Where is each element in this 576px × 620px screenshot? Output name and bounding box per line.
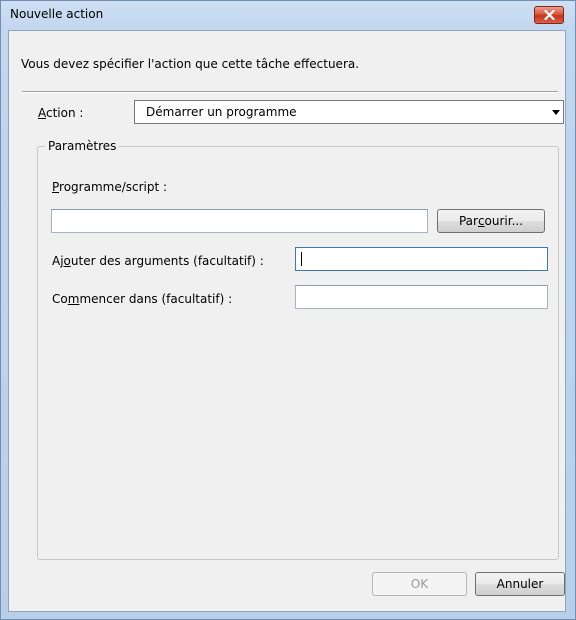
action-label-mnemonic: A <box>38 106 46 120</box>
cancel-button[interactable]: Annuler <box>475 572 565 596</box>
browse-button[interactable]: Par c ourir... <box>437 209 545 233</box>
program-label-rest: rogramme/script : <box>59 180 168 194</box>
separator <box>22 91 558 93</box>
arguments-label-post: uter des arguments (facultatif) : <box>70 254 264 268</box>
browse-label-pre: Par <box>458 214 478 228</box>
browse-label-mnemonic: c <box>477 214 485 228</box>
action-dropdown[interactable]: Démarrer un programme <box>134 100 564 124</box>
start-in-label-pre: Co <box>52 292 68 306</box>
close-button[interactable] <box>534 6 564 24</box>
ok-button[interactable]: OK <box>372 572 467 596</box>
window-title: Nouvelle action <box>10 7 104 21</box>
action-dropdown-value: Démarrer un programme <box>146 105 297 119</box>
title-bar[interactable]: Nouvelle action <box>1 1 575 29</box>
instruction-text: Vous devez spécifier l'action que cette … <box>21 57 360 71</box>
action-label-rest: ction : <box>46 106 84 120</box>
chevron-down-icon[interactable] <box>552 110 560 115</box>
close-icon <box>543 10 555 20</box>
arguments-label-pre: Aj <box>52 254 64 268</box>
browse-label-post: ourir... <box>484 214 524 228</box>
start-in-label-mnemonic: m <box>67 292 80 306</box>
start-in-label: Commencer dans (facultatif) : <box>52 292 232 306</box>
arguments-label-mnemonic: o <box>63 254 71 268</box>
start-in-label-post: mencer dans (facultatif) : <box>79 292 233 306</box>
action-label: Action : <box>38 106 83 120</box>
text-cursor <box>301 252 302 266</box>
arguments-input[interactable] <box>295 247 548 271</box>
arguments-label: Ajouter des arguments (facultatif) : <box>52 254 264 268</box>
program-script-label: Programme/script : <box>52 180 167 194</box>
program-script-input[interactable] <box>51 209 428 233</box>
start-in-input[interactable] <box>295 285 548 309</box>
program-label-mnemonic: P <box>52 180 60 194</box>
parameters-group-title: Paramètres <box>45 139 120 153</box>
